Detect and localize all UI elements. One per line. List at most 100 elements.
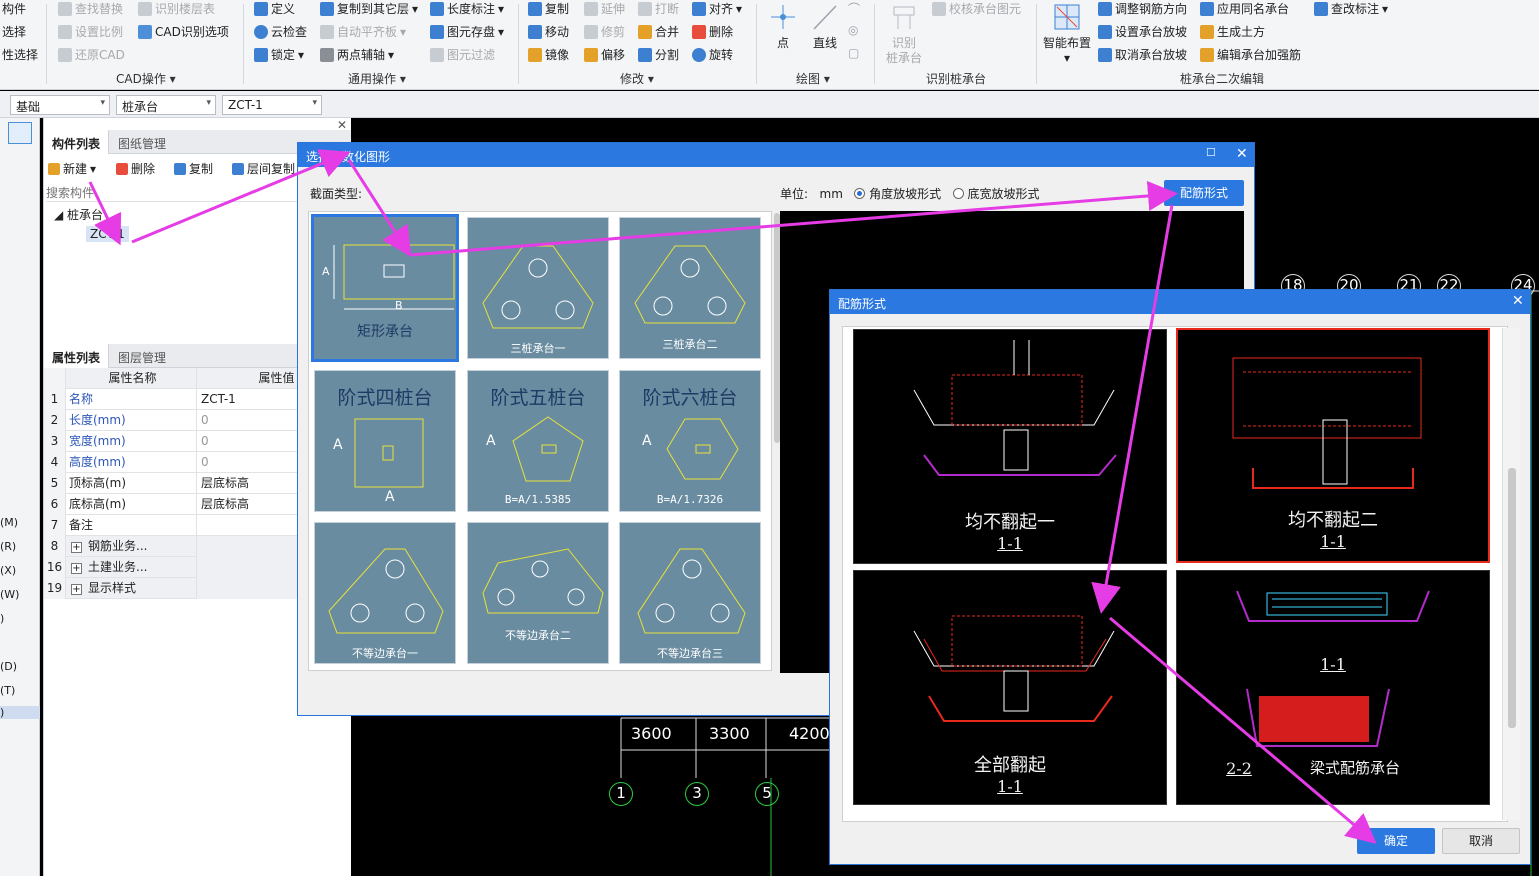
shape-thumb[interactable]: 不等边承台三 <box>619 522 761 664</box>
shape-thumb[interactable]: 阶式五桩台 A B=A/1.5385 <box>467 370 609 512</box>
edit-reinforcement-button[interactable]: 编辑承台加强筋 <box>1200 46 1301 63</box>
tab-layer-mgmt[interactable]: 图层管理 <box>110 344 174 368</box>
lock-button[interactable]: 锁定 ▾ <box>254 46 304 63</box>
category-combo[interactable]: 基础 <box>10 95 110 115</box>
arc-icon[interactable]: ⌒ <box>848 0 860 17</box>
copy-component-button[interactable]: 复制 <box>174 160 213 177</box>
rebar-name: 均不翻起二 <box>1288 510 1378 531</box>
cloud-check-button[interactable]: 云检查 <box>254 23 307 40</box>
radio-width[interactable] <box>952 188 964 199</box>
align-button[interactable]: 对齐 ▾ <box>692 0 742 17</box>
component-combo[interactable]: ZCT-1 <box>222 95 322 115</box>
shape-thumb[interactable]: 不等边承台二 <box>467 522 609 664</box>
copy-button[interactable]: 复制 <box>528 0 569 17</box>
define-button[interactable]: 定义 <box>254 0 295 17</box>
element-save-button[interactable]: 图元存盘 ▾ <box>430 23 504 40</box>
nav-item[interactable]: (D) <box>0 660 17 673</box>
trim-button[interactable]: 修剪 <box>584 23 625 40</box>
ribbon-col0-item[interactable]: 性选择 <box>2 46 38 63</box>
shape-thumb[interactable]: 不等边承台一 <box>314 522 456 664</box>
scroll-thumb[interactable] <box>1508 468 1516 728</box>
offset-button[interactable]: 偏移 <box>584 46 625 63</box>
nav-item[interactable]: (W) <box>0 588 19 601</box>
shape-thumb[interactable]: 阶式四桩台 A A <box>314 370 456 512</box>
extend-button[interactable]: 延伸 <box>584 0 625 17</box>
nav-toggle-icon[interactable] <box>8 122 32 144</box>
shape-thumb[interactable]: 三桩承台二 <box>619 217 761 359</box>
split-button[interactable]: 分割 <box>638 46 679 63</box>
rotate-button[interactable]: 旋转 <box>692 46 733 63</box>
ok-button[interactable]: 确定 <box>1357 828 1435 854</box>
ribbon-col0-item[interactable]: 构件 <box>2 0 26 17</box>
auto-align-button[interactable]: 自动平齐板 ▾ <box>320 23 406 40</box>
smart-layout-button[interactable]: 智能布置 ▾ <box>1042 2 1092 66</box>
mirror-button[interactable]: 镜像 <box>528 46 569 63</box>
maximize-icon[interactable]: ☐ <box>1206 146 1216 159</box>
property-name: 顶标高(m) <box>69 476 127 490</box>
rebar-form-button[interactable]: 配筋形式 <box>1164 180 1244 206</box>
find-replace-button[interactable]: 查找替换 <box>58 0 123 17</box>
shape-thumb[interactable]: A B 矩形承台 <box>311 214 459 362</box>
element-filter-button[interactable]: 图元过滤 <box>430 46 495 63</box>
cancel-button[interactable]: 取消 <box>1442 828 1520 854</box>
circle-icon[interactable]: ◎ <box>848 23 858 37</box>
line-button[interactable]: 直线 <box>810 2 840 51</box>
rect-icon[interactable]: ▢ <box>848 46 859 60</box>
tree-node-child[interactable]: ZCT-1 <box>86 226 129 242</box>
merge-button[interactable]: 合并 <box>638 23 679 40</box>
nav-item[interactable]: ) <box>0 706 40 719</box>
shape-thumb[interactable]: 三桩承台一 <box>467 217 609 359</box>
copy-to-other-floor-button[interactable]: 复制到其它层 ▾ <box>320 0 418 17</box>
type-combo[interactable]: 桩承台 <box>116 95 216 115</box>
set-scale-button[interactable]: 设置比例 <box>58 23 123 40</box>
break-button[interactable]: 打断 <box>638 0 679 17</box>
close-icon[interactable]: ✕ <box>1236 146 1248 162</box>
move-button[interactable]: 移动 <box>528 23 569 40</box>
radio-angle[interactable] <box>854 188 866 199</box>
delete-component-button[interactable]: 删除 <box>116 160 155 177</box>
two-point-axis-button[interactable]: 两点辅轴 ▾ <box>320 46 394 63</box>
floor-copy-button[interactable]: 层间复制 <box>232 160 295 177</box>
check-mark-button[interactable]: 查改标注 ▾ <box>1314 0 1388 17</box>
panel-close-icon[interactable]: ✕ <box>337 118 347 132</box>
tree-node-parent[interactable]: ◢ 桩承台 <box>54 206 103 223</box>
group-label: 桩承台二次编辑 <box>1180 72 1265 86</box>
nav-item[interactable]: ) <box>0 612 4 625</box>
nav-item[interactable]: (R) <box>0 540 16 553</box>
shape-thumb[interactable]: 阶式六桩台 A B=A/1.7326 <box>619 370 761 512</box>
recognize-pile-cap-button[interactable]: 识别 桩承台 <box>884 2 924 66</box>
ribbon-col0-item[interactable]: 选择 <box>2 23 26 40</box>
row-number: 3 <box>44 431 66 452</box>
nav-item[interactable]: (X) <box>0 564 16 577</box>
verify-pile-cap-button[interactable]: 校核承台图元 <box>932 0 1021 17</box>
row-number: 16 <box>44 557 66 578</box>
cancel-slope-button[interactable]: 取消承台放坡 <box>1098 46 1187 63</box>
expand-icon[interactable]: + <box>71 584 82 595</box>
pile-cap-icon <box>893 6 915 29</box>
rebar-option[interactable]: 均不翻起一 1-1 <box>853 329 1167 564</box>
expand-icon[interactable]: + <box>71 542 82 553</box>
cad-recog-options-button[interactable]: CAD识别选项 <box>138 23 229 40</box>
nav-item[interactable]: (T) <box>0 684 15 697</box>
group-label: 识别桩承台 <box>926 72 987 86</box>
adjust-rebar-dir-button[interactable]: 调整钢筋方向 <box>1098 0 1187 17</box>
length-mark-button[interactable]: 长度标注 ▾ <box>430 0 504 17</box>
rebar-scrollbar[interactable] <box>1502 328 1520 820</box>
tab-property-list[interactable]: 属性列表 <box>44 344 110 368</box>
close-icon[interactable]: ✕ <box>1512 293 1524 309</box>
expand-icon[interactable]: + <box>71 563 82 574</box>
restore-cad-button[interactable]: 还原CAD <box>58 46 125 63</box>
point-button[interactable]: 点 <box>768 2 798 51</box>
tab-drawing-mgmt[interactable]: 图纸管理 <box>110 130 174 154</box>
recognize-floor-button[interactable]: 识别楼层表 <box>138 0 215 17</box>
tab-component-list[interactable]: 构件列表 <box>44 130 110 154</box>
apply-same-name-button[interactable]: 应用同名承台 <box>1200 0 1289 17</box>
set-slope-button[interactable]: 设置承台放坡 <box>1098 23 1187 40</box>
new-button[interactable]: 新建 ▾ <box>48 160 96 177</box>
rebar-option[interactable]: 1-1 2-2 梁式配筋承台 <box>1176 570 1490 805</box>
delete-button[interactable]: 删除 <box>692 23 733 40</box>
gen-earthwork-button[interactable]: 生成土方 <box>1200 23 1265 40</box>
rebar-option[interactable]: 均不翻起二 1-1 <box>1176 328 1490 563</box>
nav-item[interactable]: (M) <box>0 516 18 529</box>
rebar-name: 梁式配筋承台 <box>1309 759 1400 777</box>
